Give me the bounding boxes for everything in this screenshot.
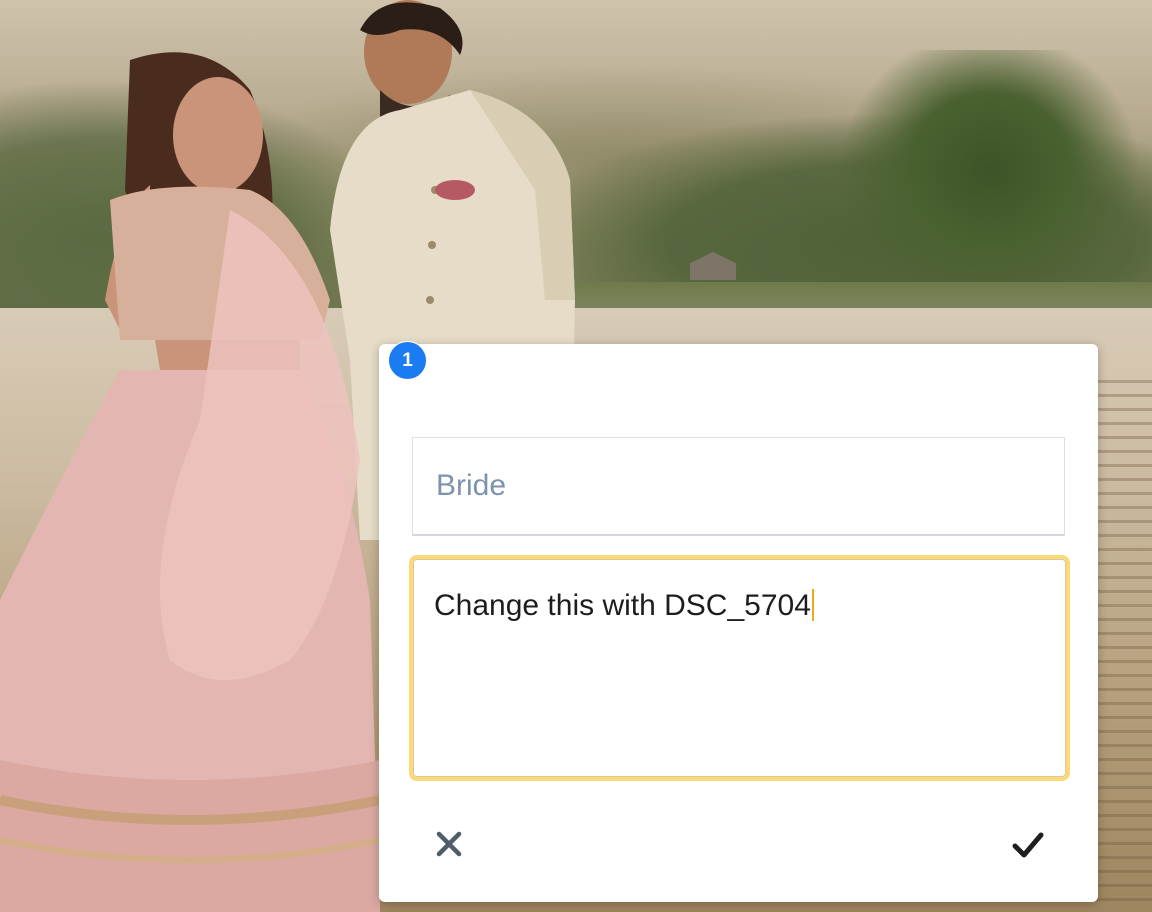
comment-text: Change this with DSC_5704 bbox=[434, 589, 814, 623]
confirm-button[interactable] bbox=[1005, 824, 1053, 868]
photo-trees bbox=[840, 50, 1152, 320]
annotation-marker-badge[interactable]: 1 bbox=[388, 341, 427, 380]
annotation-dialog: Change this with DSC_5704 bbox=[379, 344, 1098, 902]
close-icon bbox=[436, 831, 462, 857]
cancel-button[interactable] bbox=[427, 824, 471, 868]
comment-value: Change this with DSC_5704 bbox=[434, 589, 811, 622]
photo-canvas: Change this with DSC_5704 1 bbox=[0, 0, 1152, 912]
comment-textarea[interactable]: Change this with DSC_5704 bbox=[409, 555, 1070, 781]
photo-bride bbox=[0, 52, 382, 912]
text-caret bbox=[811, 589, 814, 621]
checkmark-icon bbox=[1012, 832, 1044, 858]
label-input[interactable] bbox=[412, 437, 1065, 536]
